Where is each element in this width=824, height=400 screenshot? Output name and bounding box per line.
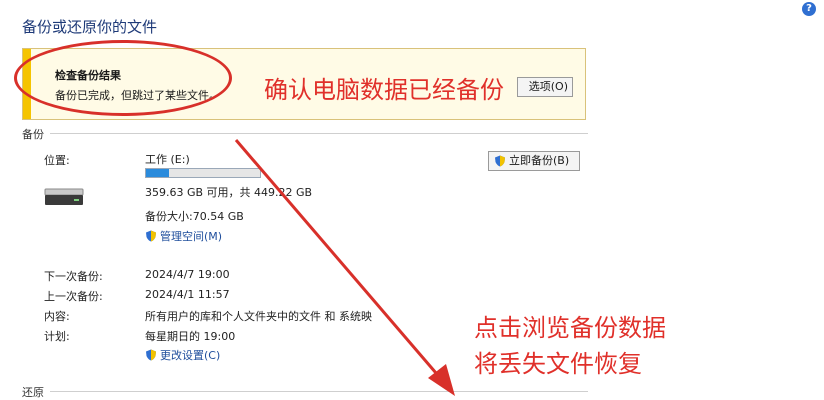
shield-icon	[146, 230, 156, 242]
drive-name: 工作 (E:)	[145, 153, 190, 166]
drive-icon	[44, 188, 84, 205]
schedule-label: 计划:	[44, 330, 70, 343]
change-settings-label: 更改设置(C)	[160, 349, 221, 362]
drive-usage-fill	[146, 169, 169, 177]
restore-divider	[50, 391, 588, 392]
backup-now-button[interactable]: 立即备份(B)	[488, 151, 580, 171]
options-button[interactable]: 选项(O)	[517, 77, 573, 97]
help-icon[interactable]: ?	[802, 2, 816, 16]
drive-space-text: 359.63 GB 可用，共 449.22 GB	[145, 186, 313, 199]
next-backup-label: 下一次备份:	[44, 270, 103, 283]
annotation-bottom-note-line2: 将丢失文件恢复	[474, 350, 642, 378]
annotation-top-note: 确认电脑数据已经备份	[264, 76, 504, 104]
schedule-value: 每星期日的 19:00	[145, 330, 236, 343]
backup-section-label: 备份	[22, 128, 44, 141]
contents-value: 所有用户的库和个人文件夹中的文件 和 系统映	[145, 310, 372, 323]
shield-icon	[495, 155, 505, 167]
page-title: 备份或还原你的文件	[22, 18, 158, 36]
contents-label: 内容:	[44, 310, 70, 323]
change-settings-link[interactable]: 更改设置(C)	[145, 347, 220, 363]
manage-space-link[interactable]: 管理空间(M)	[145, 228, 222, 244]
manage-space-label: 管理空间(M)	[160, 230, 223, 243]
restore-section-label: 还原	[22, 386, 44, 399]
shield-icon	[146, 349, 156, 361]
backup-divider	[50, 133, 588, 134]
backup-size-text: 备份大小:70.54 GB	[145, 210, 244, 223]
annotation-bottom-note-line1: 点击浏览备份数据	[474, 314, 666, 342]
last-backup-value: 2024/4/1 11:57	[145, 288, 230, 301]
drive-usage-bar	[145, 168, 261, 178]
last-backup-label: 上一次备份:	[44, 290, 103, 303]
location-label: 位置:	[44, 154, 70, 167]
backup-now-label: 立即备份(B)	[509, 154, 570, 167]
annotation-arrow-shaft	[234, 139, 444, 381]
next-backup-value: 2024/4/7 19:00	[145, 268, 230, 281]
annotation-ellipse	[14, 40, 232, 116]
